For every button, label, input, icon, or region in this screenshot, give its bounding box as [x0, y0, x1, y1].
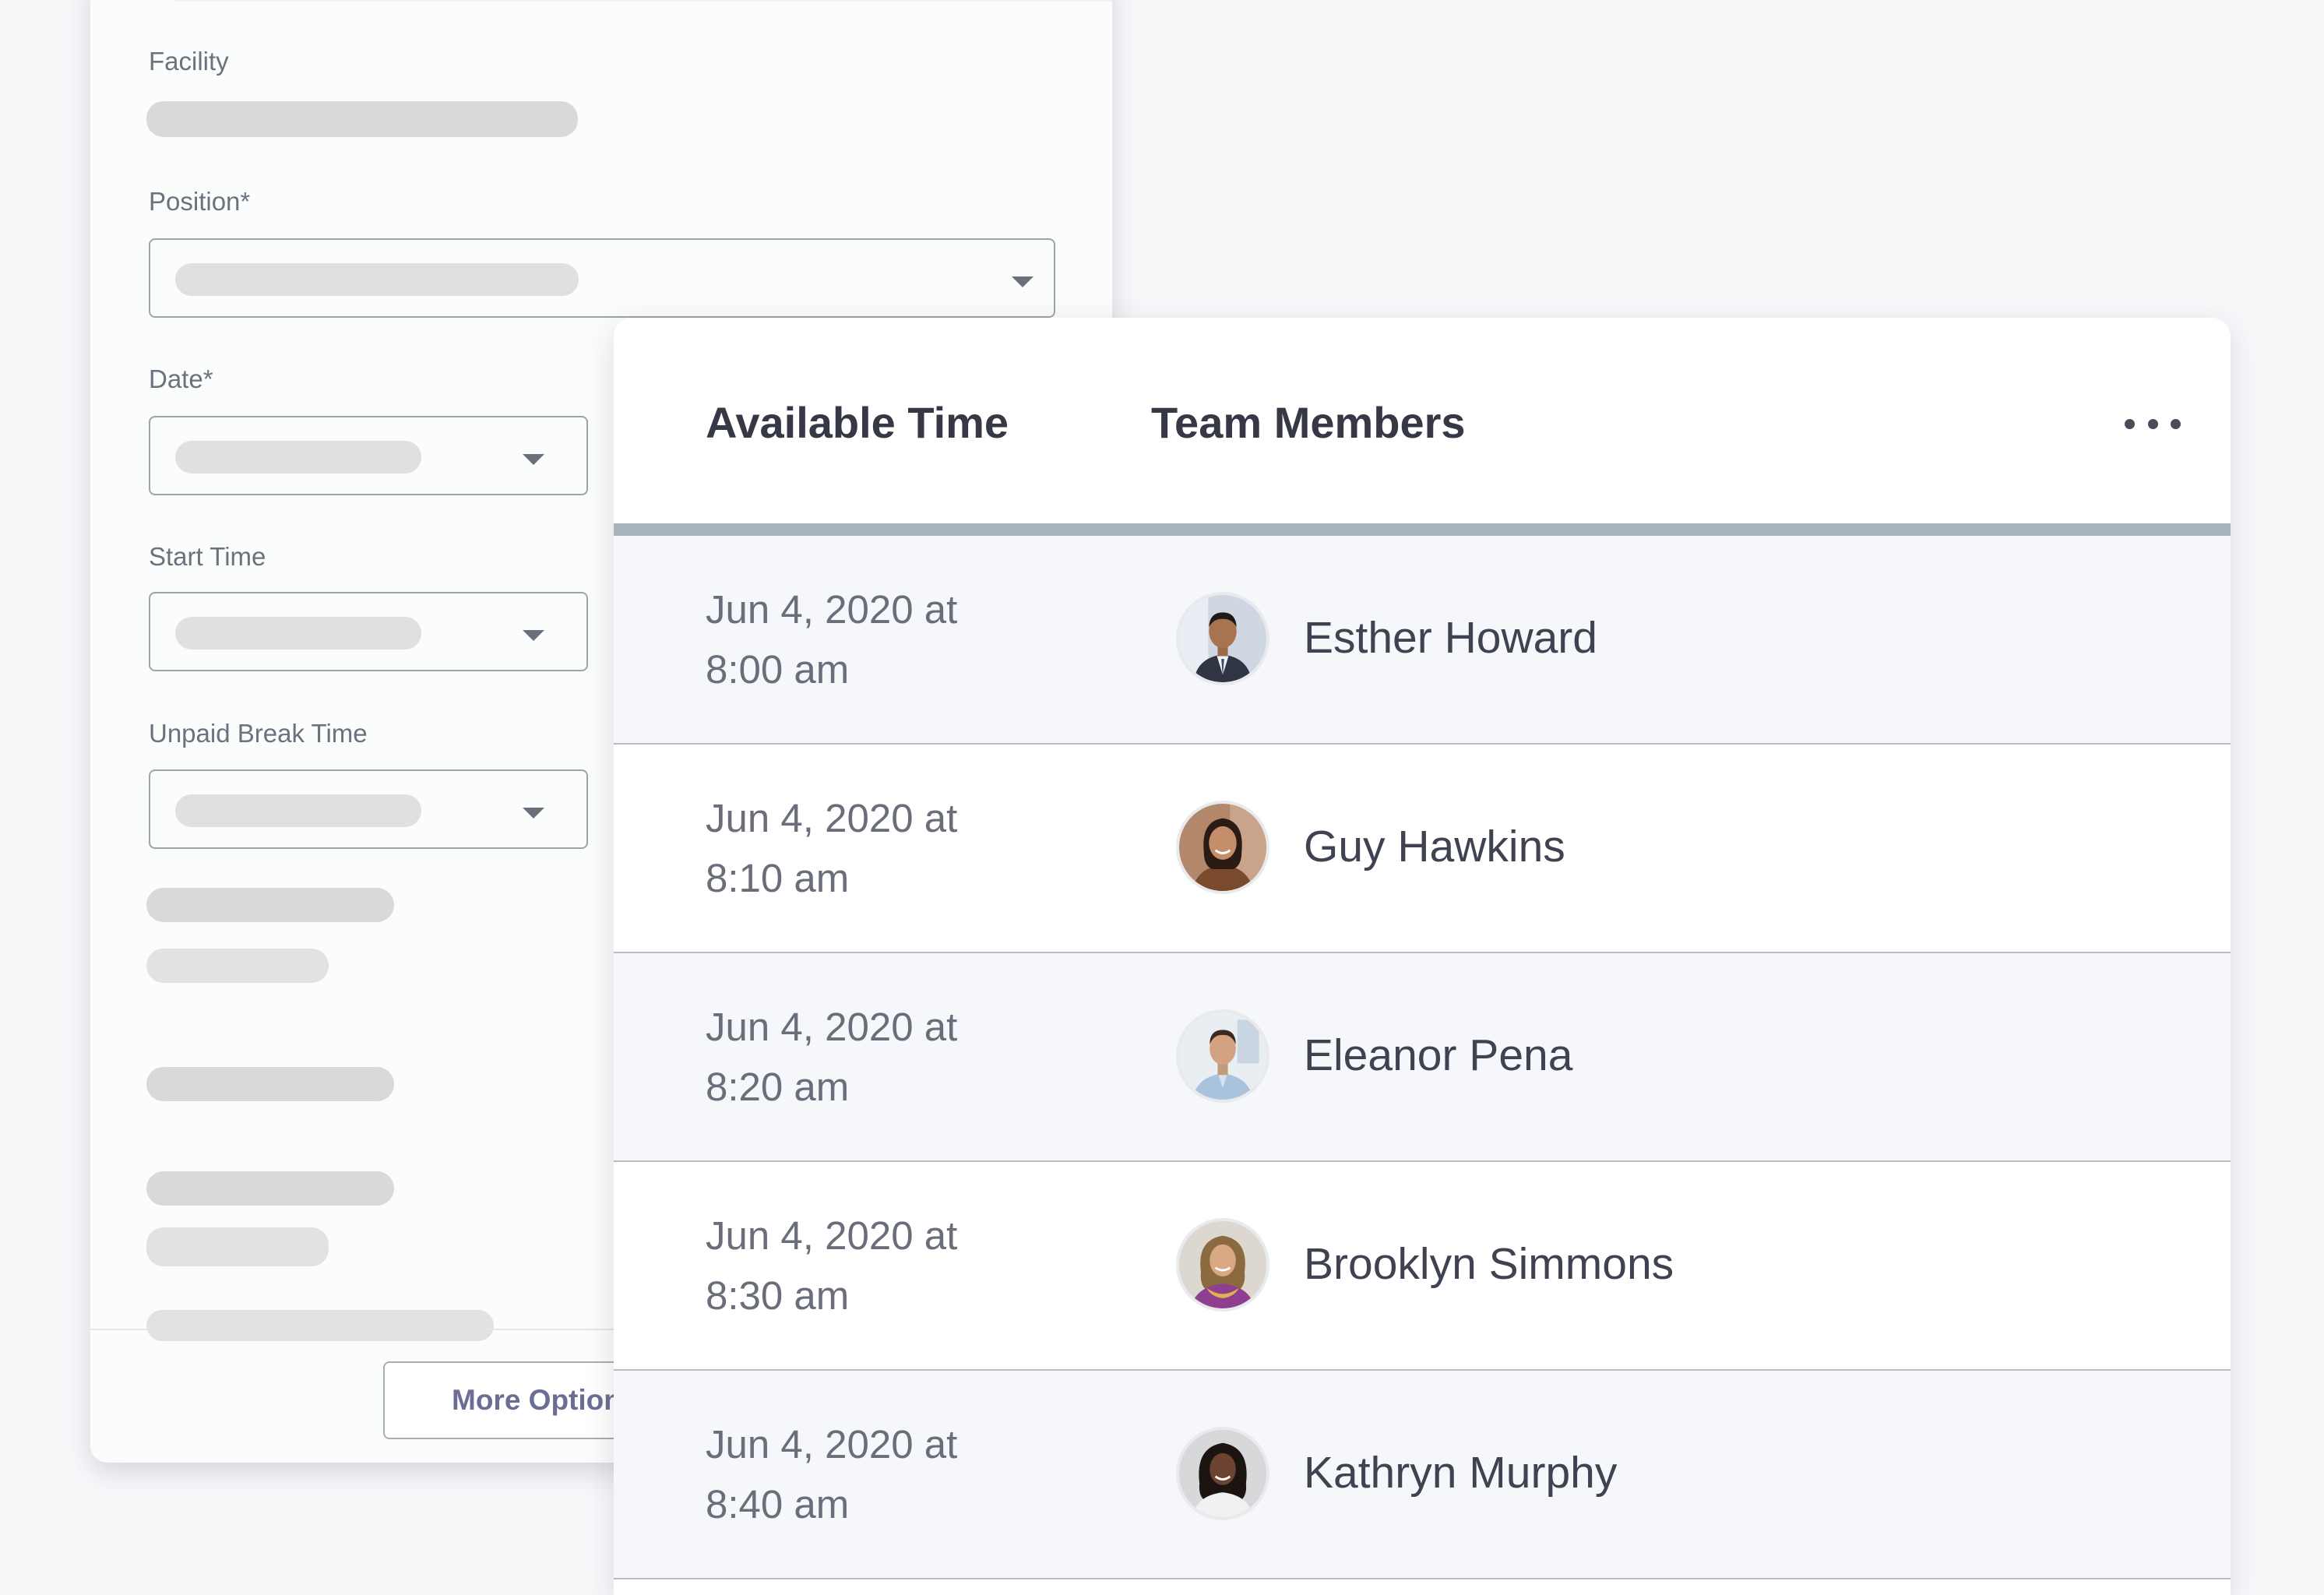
available-clock-time: 8:20 am [706, 1065, 850, 1109]
availability-panel: Available Time Team Members Jun 4, 2020 … [614, 318, 2231, 1595]
chevron-down-icon [523, 630, 544, 641]
team-member-name: Kathryn Murphy [1304, 1448, 1618, 1498]
available-time: Jun 4, 2020 at 8:20 am [706, 997, 1048, 1117]
available-time: Jun 4, 2020 at 8:40 am [706, 1414, 1048, 1534]
date-select[interactable] [149, 416, 588, 495]
position-select[interactable] [149, 238, 1055, 318]
header-divider [614, 523, 2231, 536]
available-time-column-header: Available Time [706, 398, 1009, 447]
unpaid-break-value-placeholder [175, 794, 421, 827]
chevron-down-icon [523, 454, 544, 465]
table-row[interactable]: Jun 4, 2020 at 8:40 am Kathryn Murphy [614, 1371, 2231, 1579]
skeleton-line [146, 1067, 394, 1101]
table-row[interactable]: Jun 4, 2020 at 8:30 am Brooklyn Simmons [614, 1162, 2231, 1371]
table-row[interactable]: Jun 4, 2020 at 8:00 am Esther Howard [614, 536, 2231, 745]
person-photo-icon [1179, 1430, 1266, 1517]
team-member-name: Eleanor Pena [1304, 1030, 1573, 1080]
team-member-name: Esther Howard [1304, 613, 1597, 663]
facility-value-placeholder [146, 101, 578, 137]
person-photo-icon [1179, 1221, 1266, 1308]
available-time: Jun 4, 2020 at 8:00 am [706, 579, 1048, 699]
skeleton-line [146, 1171, 394, 1206]
available-date: Jun 4, 2020 at [706, 587, 958, 632]
avatar [1176, 801, 1269, 894]
date-label: Date* [149, 364, 213, 393]
form-top-divider [173, 0, 1112, 2]
skeleton-line [146, 1310, 494, 1341]
avatar [1176, 1009, 1269, 1103]
table-row[interactable]: Jun 4, 2020 at 8:20 am Eleanor Pena [614, 953, 2231, 1162]
unpaid-break-label: Unpaid Break Time [149, 719, 368, 748]
position-label: Position* [149, 187, 251, 216]
available-clock-time: 8:30 am [706, 1273, 850, 1318]
available-time: Jun 4, 2020 at 8:10 am [706, 788, 1048, 908]
person-photo-icon [1179, 804, 1266, 891]
start-time-value-placeholder [175, 617, 421, 650]
available-date: Jun 4, 2020 at [706, 1213, 958, 1258]
dot [2147, 418, 2158, 429]
person-photo-icon [1179, 1012, 1266, 1100]
team-member-name: Guy Hawkins [1304, 822, 1565, 871]
available-clock-time: 8:00 am [706, 647, 850, 692]
available-clock-time: 8:40 am [706, 1482, 850, 1526]
skeleton-line [146, 949, 329, 983]
avatar [1176, 1218, 1269, 1312]
dot [2125, 418, 2135, 429]
more-horizontal-icon[interactable] [2125, 416, 2181, 431]
date-value-placeholder [175, 441, 421, 474]
panel-header: Available Time Team Members [614, 318, 2231, 523]
avatar [1176, 1427, 1269, 1520]
skeleton-line [146, 1227, 329, 1266]
skeleton-line [146, 888, 394, 922]
position-value-placeholder [175, 263, 579, 296]
chevron-down-icon [1012, 276, 1033, 287]
chevron-down-icon [523, 808, 544, 819]
person-photo-icon [1179, 595, 1266, 682]
dot [2171, 418, 2181, 429]
available-date: Jun 4, 2020 at [706, 796, 958, 840]
start-time-select[interactable] [149, 592, 588, 671]
table-row[interactable]: Jun 4, 2020 at 8:10 am Guy Hawkins [614, 745, 2231, 953]
start-time-label: Start Time [149, 542, 266, 571]
available-date: Jun 4, 2020 at [706, 1005, 958, 1049]
team-members-column-header: Team Members [1151, 398, 1466, 447]
unpaid-break-select[interactable] [149, 769, 588, 849]
available-date: Jun 4, 2020 at [706, 1422, 958, 1466]
available-clock-time: 8:10 am [706, 856, 850, 900]
avatar [1176, 592, 1269, 685]
team-member-name: Brooklyn Simmons [1304, 1239, 1674, 1289]
facility-label: Facility [149, 47, 229, 76]
availability-list: Jun 4, 2020 at 8:00 am Esther Howard Jun… [614, 536, 2231, 1579]
available-time: Jun 4, 2020 at 8:30 am [706, 1206, 1048, 1326]
